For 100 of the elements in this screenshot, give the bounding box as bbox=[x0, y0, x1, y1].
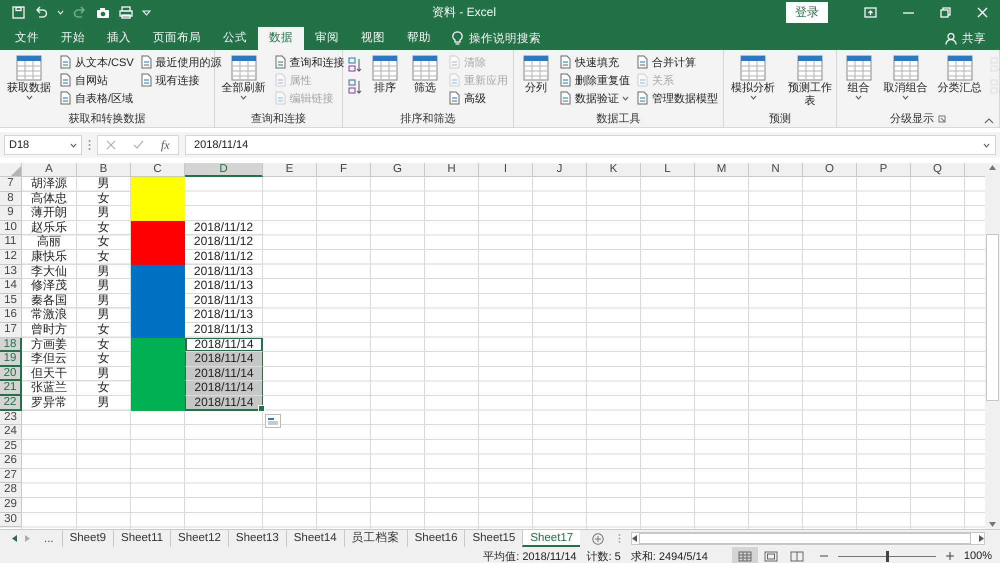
ribbon-button[interactable]: 合并计算 bbox=[636, 53, 718, 71]
ribbon-tab[interactable]: 审阅 bbox=[304, 27, 350, 50]
fill-handle[interactable] bbox=[258, 404, 265, 412]
row-header[interactable]: 17 bbox=[0, 322, 22, 338]
row-header[interactable]: 22 bbox=[0, 396, 22, 410]
ribbon-button[interactable]: 自网站 bbox=[59, 71, 134, 89]
sheet-tab[interactable]: Sheet17 bbox=[522, 530, 580, 547]
camera-icon[interactable] bbox=[96, 6, 110, 18]
ribbon-button[interactable]: 分列 bbox=[519, 53, 554, 96]
row-header[interactable]: 16 bbox=[0, 308, 22, 323]
column-header[interactable]: I bbox=[479, 163, 533, 177]
ribbon-button[interactable]: 组合 bbox=[842, 53, 876, 101]
column-header[interactable]: B bbox=[77, 163, 131, 177]
ribbon-button[interactable]: 从文本/CSV bbox=[59, 53, 134, 71]
column-header[interactable]: D bbox=[185, 163, 263, 177]
quick-analysis-icon[interactable] bbox=[265, 414, 281, 428]
restore-icon[interactable] bbox=[940, 7, 951, 18]
column-header[interactable]: K bbox=[587, 163, 641, 177]
view-button[interactable] bbox=[732, 547, 758, 563]
close-icon[interactable] bbox=[977, 7, 988, 18]
row-header[interactable]: 29 bbox=[0, 498, 22, 513]
scroll-up-icon[interactable] bbox=[989, 165, 996, 170]
add-sheet-icon[interactable] bbox=[592, 532, 604, 544]
column-header[interactable]: L bbox=[641, 163, 695, 177]
column-header[interactable]: E bbox=[263, 163, 317, 177]
column-header[interactable]: A bbox=[22, 163, 77, 177]
column-header[interactable]: Q bbox=[911, 163, 965, 177]
ribbon-button[interactable]: 模拟分析 bbox=[729, 53, 778, 101]
save-icon[interactable] bbox=[12, 6, 25, 19]
row-header[interactable]: 11 bbox=[0, 235, 22, 250]
row-header[interactable]: 10 bbox=[0, 220, 22, 236]
ribbon-button[interactable]: 高级 bbox=[448, 89, 508, 107]
ribbon-tab[interactable]: 开始 bbox=[50, 27, 96, 50]
undo-icon[interactable] bbox=[34, 6, 48, 19]
ribbon-display-icon[interactable] bbox=[864, 7, 877, 18]
row-header[interactable]: 9 bbox=[0, 206, 22, 221]
scroll-right-icon[interactable] bbox=[979, 535, 984, 542]
row-header[interactable]: 30 bbox=[0, 512, 22, 528]
lightbulb-icon[interactable] bbox=[452, 31, 463, 46]
formula-field[interactable]: 2018/11/14 bbox=[185, 135, 996, 155]
ribbon-button[interactable]: 获取数据 bbox=[5, 53, 53, 101]
ribbon-tab[interactable]: 插入 bbox=[96, 27, 142, 50]
ribbon-tab[interactable]: 公式 bbox=[212, 27, 258, 50]
row-header[interactable]: 18 bbox=[0, 338, 22, 352]
column-header[interactable]: M bbox=[695, 163, 749, 177]
row-header[interactable]: 21 bbox=[0, 381, 22, 396]
row-header[interactable]: 13 bbox=[0, 264, 22, 280]
row-header[interactable]: 27 bbox=[0, 468, 22, 484]
row-header[interactable]: 14 bbox=[0, 279, 22, 294]
tell-me-search[interactable]: 操作说明搜索 bbox=[469, 31, 541, 46]
column-header[interactable]: P bbox=[857, 163, 911, 177]
row-header[interactable]: 12 bbox=[0, 250, 22, 265]
zoom-level[interactable]: 100% bbox=[964, 550, 992, 562]
row-header[interactable]: 25 bbox=[0, 440, 22, 454]
scroll-thumb[interactable] bbox=[639, 533, 972, 544]
row-header[interactable]: 15 bbox=[0, 294, 22, 308]
ribbon-button[interactable]: 删除重复值 bbox=[559, 71, 630, 89]
share-button[interactable]: 共享 bbox=[962, 31, 986, 46]
ribbon-button[interactable]: 取消组合 bbox=[882, 53, 930, 101]
row-header[interactable]: 8 bbox=[0, 192, 22, 206]
sort-icon[interactable] bbox=[348, 57, 362, 73]
ribbon-button[interactable]: 自表格/区域 bbox=[59, 89, 134, 107]
column-header[interactable]: C bbox=[131, 163, 185, 177]
insert-function-button[interactable]: fx bbox=[160, 138, 170, 152]
ribbon-button[interactable]: 预测工作表 bbox=[783, 53, 838, 109]
ribbon-tab[interactable]: 页面布局 bbox=[142, 27, 212, 50]
column-header[interactable]: F bbox=[317, 163, 371, 177]
column-header[interactable]: O bbox=[803, 163, 857, 177]
zoom-in-icon[interactable] bbox=[946, 552, 954, 560]
row-header[interactable]: 19 bbox=[0, 352, 22, 367]
column-header[interactable]: G bbox=[371, 163, 425, 177]
row-header[interactable]: 24 bbox=[0, 425, 22, 440]
scroll-thumb[interactable] bbox=[986, 234, 999, 401]
ribbon-tab[interactable]: 帮助 bbox=[396, 27, 442, 50]
column-header[interactable]: H bbox=[425, 163, 479, 177]
printer-icon[interactable] bbox=[119, 6, 133, 19]
ribbon-button[interactable]: 现有连接 bbox=[140, 71, 222, 89]
ribbon-tab[interactable]: 数据 bbox=[258, 27, 304, 50]
row-header[interactable]: 20 bbox=[0, 366, 22, 382]
ribbon-button[interactable]: 快速填充 bbox=[559, 53, 630, 71]
row-header[interactable]: 7 bbox=[0, 177, 22, 192]
ribbon-button[interactable]: 分类汇总 bbox=[936, 53, 984, 96]
collapse-ribbon-icon[interactable] bbox=[984, 118, 994, 124]
sign-in-button[interactable]: 登录 bbox=[786, 2, 828, 23]
zoom-slider[interactable] bbox=[886, 550, 889, 562]
ribbon-button[interactable]: 数据验证 bbox=[559, 89, 630, 107]
tab-left-icon[interactable] bbox=[12, 535, 17, 542]
ribbon-button[interactable]: 筛选 bbox=[408, 53, 442, 96]
sort-icon[interactable] bbox=[348, 79, 362, 95]
ribbon-button[interactable]: 管理数据模型 bbox=[636, 89, 718, 107]
column-header[interactable]: N bbox=[749, 163, 803, 177]
ribbon-button[interactable]: 最近使用的源 bbox=[140, 53, 222, 71]
row-header[interactable]: 23 bbox=[0, 410, 22, 426]
ribbon-button[interactable]: 排序 bbox=[368, 53, 402, 96]
check-icon[interactable] bbox=[133, 140, 144, 150]
ribbon-tab[interactable]: 文件 bbox=[4, 27, 50, 50]
name-box[interactable]: D18 bbox=[4, 135, 82, 155]
column-header[interactable]: J bbox=[533, 163, 587, 177]
dialog-launcher-icon[interactable] bbox=[938, 115, 946, 123]
person-icon[interactable] bbox=[945, 32, 958, 45]
